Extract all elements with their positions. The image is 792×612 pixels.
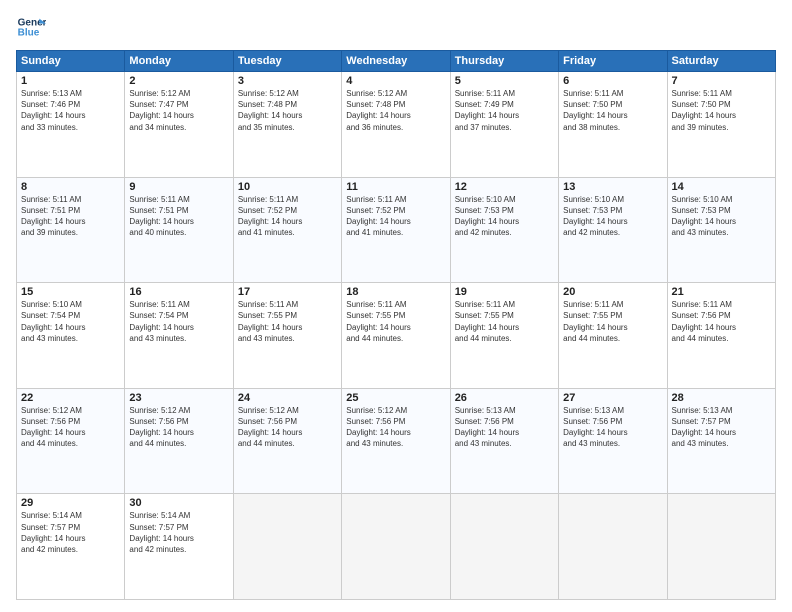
calendar-cell	[233, 494, 341, 600]
calendar-cell: 21Sunrise: 5:11 AMSunset: 7:56 PMDayligh…	[667, 283, 775, 389]
calendar-cell: 12Sunrise: 5:10 AMSunset: 7:53 PMDayligh…	[450, 177, 558, 283]
calendar-cell: 5Sunrise: 5:11 AMSunset: 7:49 PMDaylight…	[450, 72, 558, 178]
calendar-cell: 7Sunrise: 5:11 AMSunset: 7:50 PMDaylight…	[667, 72, 775, 178]
calendar-cell: 28Sunrise: 5:13 AMSunset: 7:57 PMDayligh…	[667, 388, 775, 494]
logo-icon: General Blue	[16, 12, 46, 42]
calendar-cell	[450, 494, 558, 600]
weekday-header-cell: Friday	[559, 51, 667, 72]
calendar-cell: 24Sunrise: 5:12 AMSunset: 7:56 PMDayligh…	[233, 388, 341, 494]
calendar-cell: 16Sunrise: 5:11 AMSunset: 7:54 PMDayligh…	[125, 283, 233, 389]
weekday-header-cell: Wednesday	[342, 51, 450, 72]
calendar-cell: 20Sunrise: 5:11 AMSunset: 7:55 PMDayligh…	[559, 283, 667, 389]
weekday-header-cell: Saturday	[667, 51, 775, 72]
calendar-cell: 14Sunrise: 5:10 AMSunset: 7:53 PMDayligh…	[667, 177, 775, 283]
calendar-row: 15Sunrise: 5:10 AMSunset: 7:54 PMDayligh…	[17, 283, 776, 389]
calendar-cell: 13Sunrise: 5:10 AMSunset: 7:53 PMDayligh…	[559, 177, 667, 283]
weekday-header-row: SundayMondayTuesdayWednesdayThursdayFrid…	[17, 51, 776, 72]
calendar-cell: 19Sunrise: 5:11 AMSunset: 7:55 PMDayligh…	[450, 283, 558, 389]
calendar-body: 1Sunrise: 5:13 AMSunset: 7:46 PMDaylight…	[17, 72, 776, 600]
calendar-cell: 18Sunrise: 5:11 AMSunset: 7:55 PMDayligh…	[342, 283, 450, 389]
weekday-header-cell: Tuesday	[233, 51, 341, 72]
calendar-cell: 27Sunrise: 5:13 AMSunset: 7:56 PMDayligh…	[559, 388, 667, 494]
calendar-cell: 29Sunrise: 5:14 AMSunset: 7:57 PMDayligh…	[17, 494, 125, 600]
calendar-row: 8Sunrise: 5:11 AMSunset: 7:51 PMDaylight…	[17, 177, 776, 283]
calendar-cell: 23Sunrise: 5:12 AMSunset: 7:56 PMDayligh…	[125, 388, 233, 494]
calendar-cell: 30Sunrise: 5:14 AMSunset: 7:57 PMDayligh…	[125, 494, 233, 600]
calendar-row: 29Sunrise: 5:14 AMSunset: 7:57 PMDayligh…	[17, 494, 776, 600]
calendar-cell: 6Sunrise: 5:11 AMSunset: 7:50 PMDaylight…	[559, 72, 667, 178]
svg-text:Blue: Blue	[18, 27, 40, 38]
calendar-cell: 25Sunrise: 5:12 AMSunset: 7:56 PMDayligh…	[342, 388, 450, 494]
header: General Blue	[16, 12, 776, 42]
page: General Blue SundayMondayTuesdayWednesda…	[0, 0, 792, 612]
calendar-cell: 26Sunrise: 5:13 AMSunset: 7:56 PMDayligh…	[450, 388, 558, 494]
weekday-header-cell: Thursday	[450, 51, 558, 72]
weekday-header-cell: Monday	[125, 51, 233, 72]
calendar-cell: 8Sunrise: 5:11 AMSunset: 7:51 PMDaylight…	[17, 177, 125, 283]
calendar-cell: 9Sunrise: 5:11 AMSunset: 7:51 PMDaylight…	[125, 177, 233, 283]
calendar-row: 22Sunrise: 5:12 AMSunset: 7:56 PMDayligh…	[17, 388, 776, 494]
calendar-cell: 10Sunrise: 5:11 AMSunset: 7:52 PMDayligh…	[233, 177, 341, 283]
calendar-cell: 2Sunrise: 5:12 AMSunset: 7:47 PMDaylight…	[125, 72, 233, 178]
weekday-header-cell: Sunday	[17, 51, 125, 72]
calendar-cell: 1Sunrise: 5:13 AMSunset: 7:46 PMDaylight…	[17, 72, 125, 178]
calendar-table: SundayMondayTuesdayWednesdayThursdayFrid…	[16, 50, 776, 600]
calendar-cell	[667, 494, 775, 600]
logo: General Blue	[16, 12, 46, 42]
calendar-row: 1Sunrise: 5:13 AMSunset: 7:46 PMDaylight…	[17, 72, 776, 178]
calendar-cell: 15Sunrise: 5:10 AMSunset: 7:54 PMDayligh…	[17, 283, 125, 389]
calendar-cell: 17Sunrise: 5:11 AMSunset: 7:55 PMDayligh…	[233, 283, 341, 389]
calendar-cell	[342, 494, 450, 600]
calendar-cell	[559, 494, 667, 600]
calendar-cell: 11Sunrise: 5:11 AMSunset: 7:52 PMDayligh…	[342, 177, 450, 283]
calendar-cell: 3Sunrise: 5:12 AMSunset: 7:48 PMDaylight…	[233, 72, 341, 178]
calendar-cell: 22Sunrise: 5:12 AMSunset: 7:56 PMDayligh…	[17, 388, 125, 494]
calendar-cell: 4Sunrise: 5:12 AMSunset: 7:48 PMDaylight…	[342, 72, 450, 178]
